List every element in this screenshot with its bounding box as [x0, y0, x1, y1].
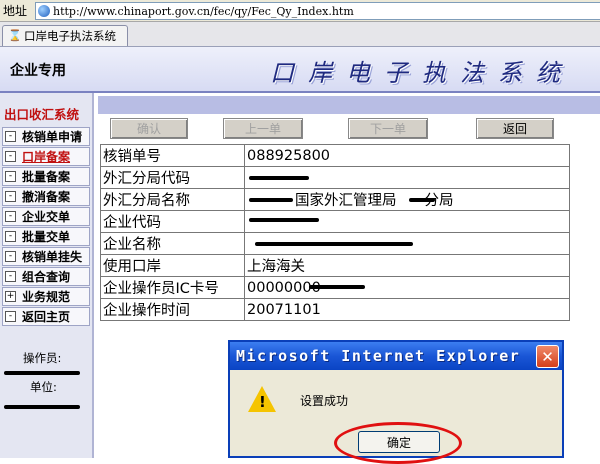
- field-value: [244, 210, 570, 233]
- sidebar-item-label: 核销单申请: [22, 130, 83, 144]
- redaction-mark: [409, 198, 435, 202]
- collapse-icon[interactable]: -: [5, 171, 16, 182]
- globe-icon: [38, 5, 50, 17]
- close-icon[interactable]: ✕: [536, 345, 559, 368]
- enterprise-label: 企业专用: [10, 63, 66, 79]
- field-label: 企业名称: [100, 232, 245, 255]
- table-row: 外汇分局名称 国家外汇管理局 分局: [100, 188, 570, 211]
- field-label: 外汇分局名称: [100, 188, 245, 211]
- field-value: 00000000: [244, 276, 570, 299]
- collapse-icon[interactable]: -: [5, 151, 16, 162]
- bureau-name: 国家外汇管理局: [295, 193, 397, 209]
- collapse-icon[interactable]: -: [5, 191, 16, 202]
- sidebar-item-enterprise-submit[interactable]: - 企业交单: [2, 207, 90, 226]
- content-header-bar: [98, 96, 600, 114]
- unit-label: 单位:: [30, 380, 57, 394]
- field-value: 20071101: [244, 298, 570, 321]
- sidebar-item-verification-apply[interactable]: - 核销单申请: [2, 127, 90, 146]
- sidebar-item-combined-query[interactable]: - 组合查询: [2, 267, 90, 286]
- confirm-button[interactable]: 确认: [110, 118, 188, 139]
- field-label: 核销单号: [100, 144, 245, 167]
- field-label: 企业操作员IC卡号: [100, 276, 245, 299]
- warning-exclamation: !: [259, 393, 266, 411]
- tab-main[interactable]: ⌛ 口岸电子执法系统: [2, 25, 128, 46]
- field-value: 上海海关: [244, 254, 570, 277]
- dialog-titlebar[interactable]: Microsoft Internet Explorer ✕: [230, 342, 562, 370]
- info-table: 核销单号 088925800 外汇分局代码 外汇分局名称 国家外汇管理局 分局 企…: [100, 144, 570, 321]
- sidebar-item-label: 批量交单: [22, 230, 71, 244]
- redaction-mark: [249, 218, 319, 222]
- collapse-icon[interactable]: -: [5, 271, 16, 282]
- table-row: 企业名称: [100, 232, 570, 255]
- table-row: 外汇分局代码: [100, 166, 570, 189]
- sidebar-item-label: 组合查询: [22, 270, 71, 284]
- operator-info: 操作员: 单位:: [0, 347, 90, 427]
- field-label: 企业代码: [100, 210, 245, 233]
- address-bar: 地址 http://www.chinaport.gov.cn/fec/qy/Fe…: [0, 0, 600, 22]
- redaction-mark: [249, 198, 293, 202]
- table-row: 企业操作员IC卡号 00000000: [100, 276, 570, 299]
- redaction-mark: [4, 371, 80, 375]
- field-label: 企业操作时间: [100, 298, 245, 321]
- address-label: 地址: [3, 4, 28, 18]
- tab-title: 口岸电子执法系统: [24, 29, 116, 43]
- collapse-icon[interactable]: -: [5, 211, 16, 222]
- field-value: [244, 232, 570, 255]
- sidebar: 出口收汇系统 - 核销单申请 - 口岸备案 - 批量备案 - 撤消备案 - 企业…: [0, 93, 94, 458]
- table-row: 企业操作时间 20071101: [100, 298, 570, 321]
- table-row: 企业代码: [100, 210, 570, 233]
- redaction-mark: [255, 242, 413, 246]
- sidebar-item-report-loss[interactable]: - 核销单挂失: [2, 247, 90, 266]
- redaction-mark: [4, 405, 80, 409]
- alert-dialog: Microsoft Internet Explorer ✕ ! 设置成功 确定: [228, 340, 564, 464]
- collapse-icon[interactable]: -: [5, 311, 16, 322]
- field-value: 088925800: [244, 144, 570, 167]
- collapse-icon[interactable]: -: [5, 231, 16, 242]
- sidebar-item-port-filing[interactable]: - 口岸备案: [2, 147, 90, 166]
- sidebar-item-label: 口岸备案: [22, 150, 71, 164]
- field-value: [244, 166, 570, 189]
- collapse-icon[interactable]: -: [5, 131, 16, 142]
- sidebar-item-label: 返回主页: [22, 310, 71, 324]
- sidebar-item-cancel-filing[interactable]: - 撤消备案: [2, 187, 90, 206]
- previous-button[interactable]: 上一单: [223, 118, 303, 139]
- address-input[interactable]: http://www.chinaport.gov.cn/fec/qy/Fec_Q…: [35, 2, 600, 20]
- table-row: 使用口岸 上海海关: [100, 254, 570, 277]
- dialog-message: 设置成功: [300, 394, 349, 408]
- table-row: 核销单号 088925800: [100, 144, 570, 167]
- sidebar-item-batch-submit[interactable]: - 批量交单: [2, 227, 90, 246]
- field-value: 国家外汇管理局 分局: [244, 188, 570, 211]
- redaction-mark: [249, 176, 309, 180]
- expand-icon[interactable]: +: [5, 291, 16, 302]
- operator-label: 操作员:: [23, 351, 62, 365]
- header-banner: 企业专用 口岸电子执法系统: [0, 47, 600, 93]
- address-url: http://www.chinaport.gov.cn/fec/qy/Fec_Q…: [53, 4, 354, 18]
- sidebar-heading: 出口收汇系统: [4, 107, 80, 122]
- sidebar-item-label: 批量备案: [22, 170, 71, 184]
- field-label: 外汇分局代码: [100, 166, 245, 189]
- sidebar-item-batch-filing[interactable]: - 批量备案: [2, 167, 90, 186]
- tab-strip: ⌛ 口岸电子执法系统: [0, 22, 600, 47]
- sidebar-item-label: 业务规范: [22, 290, 71, 304]
- hourglass-icon: ⌛: [8, 29, 22, 42]
- system-title: 口岸电子执法系统: [270, 59, 574, 87]
- sidebar-item-label: 撤消备案: [22, 190, 71, 204]
- collapse-icon[interactable]: -: [5, 251, 16, 262]
- sidebar-item-label: 核销单挂失: [22, 250, 83, 264]
- redaction-mark: [309, 285, 365, 289]
- sidebar-item-home[interactable]: - 返回主页: [2, 307, 90, 326]
- dialog-title: Microsoft Internet Explorer: [236, 347, 521, 365]
- back-button[interactable]: 返回: [476, 118, 554, 139]
- next-button[interactable]: 下一单: [348, 118, 428, 139]
- field-label: 使用口岸: [100, 254, 245, 277]
- sidebar-item-business-rules[interactable]: + 业务规范: [2, 287, 90, 306]
- sidebar-item-label: 企业交单: [22, 210, 71, 224]
